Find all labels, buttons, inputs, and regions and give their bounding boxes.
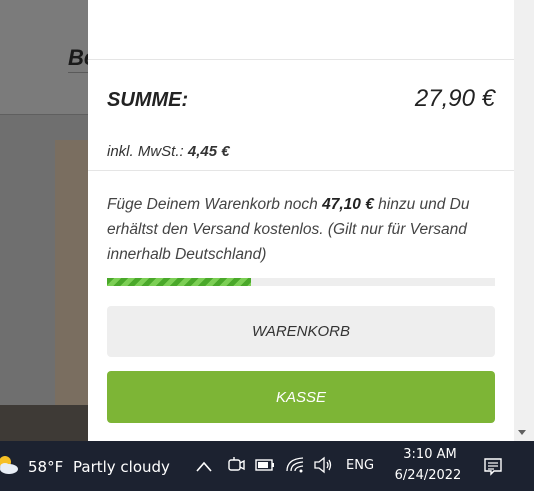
chevron-up-icon[interactable] — [193, 457, 215, 477]
view-cart-button[interactable]: WARENKORB — [107, 306, 495, 357]
partly-cloudy-icon[interactable] — [0, 453, 18, 477]
vat-label: inkl. MwSt.: — [107, 143, 184, 160]
free-shipping-amount: 47,10 € — [322, 196, 374, 213]
battery-icon[interactable] — [254, 455, 276, 475]
clock-date[interactable]: 6/24/2022 — [389, 468, 467, 483]
volume-icon[interactable] — [313, 455, 333, 475]
vat-value: 4,45 € — [187, 143, 230, 160]
notifications-icon[interactable] — [482, 455, 504, 477]
free-shipping-progress-fill — [107, 278, 251, 286]
language-indicator[interactable]: ENG — [346, 458, 374, 473]
free-shipping-message: Füge Deinem Warenkorb noch 47,10 € hinzu… — [107, 192, 495, 267]
background-floor-image — [0, 405, 100, 441]
meet-now-icon[interactable] — [226, 455, 246, 475]
total-label: SUMME: — [107, 89, 189, 111]
scroll-down-arrow-icon[interactable] — [518, 430, 526, 435]
total-row: SUMME: 27,90 € — [107, 85, 495, 113]
taskbar: 58°F Partly cloudy ENG 3:10 AM 6/24/2022 — [0, 441, 534, 491]
free-shipping-progress-track — [107, 278, 495, 286]
drawer-top-section — [88, 0, 514, 60]
cart-drawer: SUMME: 27,90 € inkl. MwSt.: 4,45 € Füge … — [88, 0, 514, 441]
weather-temperature[interactable]: 58°F — [28, 458, 63, 476]
scrollbar[interactable] — [514, 0, 534, 441]
vat-row: inkl. MwSt.: 4,45 € — [107, 143, 230, 160]
total-value: 27,90 € — [414, 85, 495, 112]
free-shipping-text-before: Füge Deinem Warenkorb noch — [107, 196, 323, 213]
weather-description[interactable]: Partly cloudy — [73, 458, 170, 476]
wifi-icon[interactable] — [285, 455, 305, 475]
clock-time[interactable]: 3:10 AM — [400, 447, 460, 462]
divider — [88, 170, 514, 171]
checkout-button[interactable]: KASSE — [107, 371, 495, 423]
